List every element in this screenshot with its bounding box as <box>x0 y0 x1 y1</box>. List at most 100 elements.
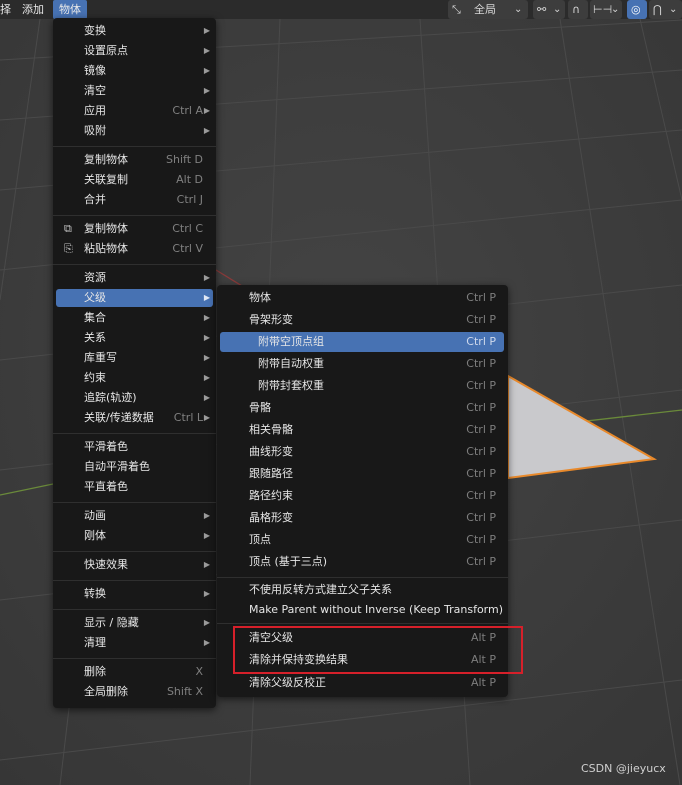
menu-item-shade-flat[interactable]: 平直着色 <box>56 478 213 496</box>
menu-item-duplicate-objects[interactable]: 复制物体 Shift D <box>56 151 213 169</box>
menu-separator <box>53 502 216 503</box>
menu-item-clean-up[interactable]: 清理 ▶ <box>56 634 213 652</box>
submenu-item-object[interactable]: 物体 Ctrl P <box>220 288 504 308</box>
menu-item-join[interactable]: 合并 Ctrl J <box>56 191 213 209</box>
menu-item-convert[interactable]: 转换 ▶ <box>56 585 213 603</box>
submenu-item-with-empty-groups[interactable]: 附带空顶点组 Ctrl P <box>220 332 504 352</box>
menu-add[interactable]: 添加 <box>22 0 44 19</box>
menu-separator <box>217 577 508 578</box>
submenu-item-clear-parent-inverse[interactable]: 清除父级反校正 Alt P <box>220 673 504 693</box>
transform-orientation-label: 全局 <box>474 3 496 16</box>
menu-item-parent[interactable]: 父级 ▶ <box>56 289 213 307</box>
menu-item-paste-objects[interactable]: ⎘ 粘贴物体 Ctrl V <box>56 240 213 258</box>
menu-item-animation[interactable]: 动画 ▶ <box>56 507 213 525</box>
menu-separator <box>53 658 216 659</box>
menu-separator <box>53 433 216 434</box>
menu-item-mirror[interactable]: 镜像 ▶ <box>56 62 213 80</box>
proportional-edit-icon: ◎ <box>631 3 641 16</box>
submenu-item-curve-deform[interactable]: 曲线形变 Ctrl P <box>220 442 504 462</box>
menu-item-snap[interactable]: 吸附 ▶ <box>56 122 213 140</box>
menu-item-library-override[interactable]: 库重写 ▶ <box>56 349 213 367</box>
watermark: CSDN @jieyucx <box>581 762 666 775</box>
object-menu: 变换 ▶ 设置原点 ▶ 镜像 ▶ 清空 ▶ 应用 Ctrl A ▶ 吸附 ▶ 复制物体 Shif… <box>53 18 216 708</box>
submenu-arrow-icon: ▶ <box>203 638 210 647</box>
menu-separator <box>53 215 216 216</box>
menu-item-shade-auto-smooth[interactable]: 自动平滑着色 <box>56 458 213 476</box>
submenu-arrow-icon: ▶ <box>203 393 210 402</box>
submenu-arrow-icon: ▶ <box>203 293 210 302</box>
submenu-item-follow-path[interactable]: 跟随路径 Ctrl P <box>220 464 504 484</box>
falloff-dropdown[interactable]: ⋂ ⌄ <box>649 0 682 19</box>
submenu-arrow-icon: ▶ <box>203 531 210 540</box>
submenu-item-parent-no-inverse[interactable]: 不使用反转方式建立父子关系 <box>220 580 504 600</box>
menu-item-collection[interactable]: 集合 ▶ <box>56 309 213 327</box>
submenu-arrow-icon: ▶ <box>203 589 210 598</box>
submenu-arrow-icon: ▶ <box>203 26 210 35</box>
submenu-arrow-icon: ▶ <box>203 126 210 135</box>
menu-item-copy-objects[interactable]: ⧉ 复制物体 Ctrl C <box>56 220 213 238</box>
menu-item-show-hide[interactable]: 显示 / 隐藏 ▶ <box>56 614 213 632</box>
annotation-highlight-box <box>233 626 523 674</box>
proportional-edit-toggle[interactable]: ◎ <box>627 0 647 19</box>
chevron-down-icon: ⌄ <box>553 4 562 15</box>
menu-separator <box>53 580 216 581</box>
menu-item-relations[interactable]: 关系 ▶ <box>56 329 213 347</box>
submenu-item-bone-relative[interactable]: 相关骨骼 Ctrl P <box>220 420 504 440</box>
submenu-arrow-icon: ▶ <box>203 333 210 342</box>
menu-separator <box>53 146 216 147</box>
menu-item-constraint[interactable]: 约束 ▶ <box>56 369 213 387</box>
viewport-header: 择 添加 物体 ⤡ 全局 ⌄ ⚯ ⌄ ∩ ⊢⊣ ⌄ ◎ ⋂ ⌄ <box>0 0 682 19</box>
menu-item-delete-globally[interactable]: 全局删除 Shift X <box>56 683 213 701</box>
menu-item-quick-effects[interactable]: 快速效果 ▶ <box>56 556 213 574</box>
submenu-item-bone[interactable]: 骨骼 Ctrl P <box>220 398 504 418</box>
menu-item-asset[interactable]: 资源 ▶ <box>56 269 213 287</box>
submenu-item-vertex[interactable]: 顶点 Ctrl P <box>220 530 504 550</box>
menu-item-duplicate-linked[interactable]: 关联复制 Alt D <box>56 171 213 189</box>
menu-separator <box>217 623 508 624</box>
submenu-item-with-envelope-weights[interactable]: 附带封套权重 Ctrl P <box>220 376 504 396</box>
submenu-item-parent-keep-transform[interactable]: Make Parent without Inverse (Keep Transf… <box>220 600 504 620</box>
menu-item-delete[interactable]: 删除 X <box>56 663 213 681</box>
submenu-item-lattice-deform[interactable]: 晶格形变 Ctrl P <box>220 508 504 528</box>
menu-item-apply[interactable]: 应用 Ctrl A ▶ <box>56 102 213 120</box>
falloff-curve-icon: ⋂ <box>653 3 663 16</box>
pivot-point-dropdown[interactable]: ⚯ ⌄ <box>533 0 565 19</box>
submenu-item-vertex-triangle[interactable]: 顶点 (基于三点) Ctrl P <box>220 552 504 572</box>
submenu-item-path-constraint[interactable]: 路径约束 Ctrl P <box>220 486 504 506</box>
submenu-item-armature-deform[interactable]: 骨架形变 Ctrl P <box>220 310 504 330</box>
submenu-arrow-icon: ▶ <box>203 560 210 569</box>
menu-separator <box>53 609 216 610</box>
submenu-arrow-icon: ▶ <box>203 273 210 282</box>
chevron-down-icon: ⌄ <box>611 4 620 15</box>
submenu-arrow-icon: ▶ <box>203 618 210 627</box>
submenu-arrow-icon: ▶ <box>203 106 210 115</box>
menu-item-link-transfer-data[interactable]: 关联/传递数据 Ctrl L ▶ <box>56 409 213 427</box>
menu-item-set-origin[interactable]: 设置原点 ▶ <box>56 42 213 60</box>
transform-orientation-dropdown[interactable]: ⤡ 全局 ⌄ <box>448 0 528 19</box>
snap-toggle[interactable]: ∩ <box>568 0 588 19</box>
menu-select[interactable]: 择 <box>0 0 11 19</box>
menu-item-rigid-body[interactable]: 刚体 ▶ <box>56 527 213 545</box>
copy-icon: ⧉ <box>64 222 72 235</box>
submenu-arrow-icon: ▶ <box>203 46 210 55</box>
menu-separator <box>53 264 216 265</box>
pivot-link-icon: ⚯ <box>537 3 547 16</box>
menu-item-track[interactable]: 追踪(轨迹) ▶ <box>56 389 213 407</box>
menu-item-clear[interactable]: 清空 ▶ <box>56 82 213 100</box>
snap-increment-icon: ⊢⊣ <box>593 3 613 16</box>
snap-target-dropdown[interactable]: ⊢⊣ ⌄ <box>590 0 622 19</box>
menu-item-shade-smooth[interactable]: 平滑着色 <box>56 438 213 456</box>
submenu-item-with-automatic-weights[interactable]: 附带自动权重 Ctrl P <box>220 354 504 374</box>
menu-separator <box>53 551 216 552</box>
chevron-down-icon: ⌄ <box>669 4 678 15</box>
submenu-arrow-icon: ▶ <box>203 373 210 382</box>
submenu-arrow-icon: ▶ <box>203 353 210 362</box>
submenu-arrow-icon: ▶ <box>203 86 210 95</box>
menu-object[interactable]: 物体 <box>53 0 87 19</box>
submenu-arrow-icon: ▶ <box>203 66 210 75</box>
submenu-arrow-icon: ▶ <box>203 413 210 422</box>
menu-item-transform[interactable]: 变换 ▶ <box>56 22 213 40</box>
submenu-arrow-icon: ▶ <box>203 511 210 520</box>
chevron-down-icon: ⌄ <box>514 4 523 15</box>
snap-magnet-icon: ∩ <box>572 3 581 16</box>
